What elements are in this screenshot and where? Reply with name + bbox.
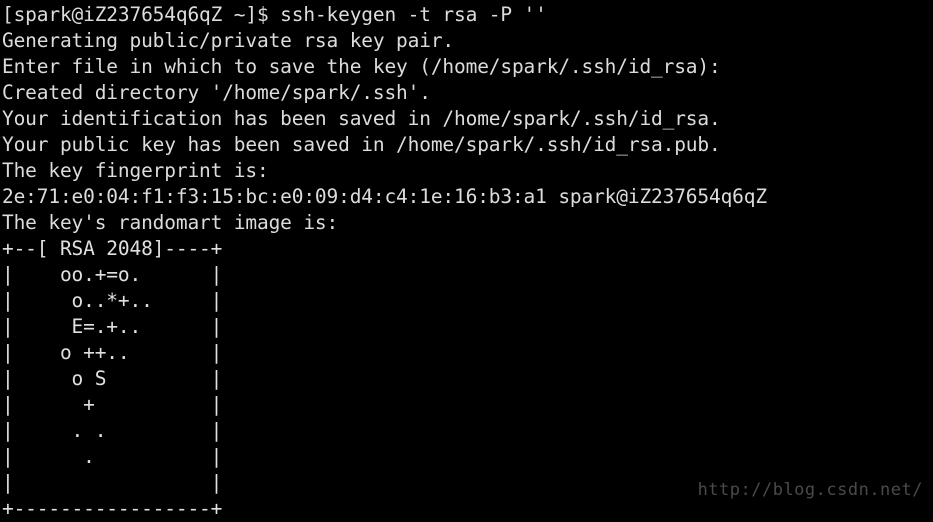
randomart-row-5: | o S | bbox=[2, 367, 223, 390]
randomart-row-7: | . . | bbox=[2, 419, 223, 442]
randomart-top-border: +--[ RSA 2048]----+ bbox=[2, 237, 223, 260]
randomart-row-1: | oo.+=o. | bbox=[2, 263, 223, 286]
terminal-line-fingerprint-label: The key fingerprint is: bbox=[2, 159, 269, 182]
terminal-line-command: [spark@iZ237654q6qZ ~]$ ssh-keygen -t rs… bbox=[2, 3, 547, 26]
randomart-row-8: | . | bbox=[2, 445, 223, 468]
randomart-row-9: | | bbox=[2, 471, 223, 494]
randomart-row-3: | E=.+.. | bbox=[2, 315, 223, 338]
randomart-row-6: | + | bbox=[2, 393, 223, 416]
terminal-line-fingerprint-value: 2e:71:e0:04:f1:f3:15:bc:e0:09:d4:c4:1e:1… bbox=[2, 185, 767, 208]
terminal-window[interactable]: [spark@iZ237654q6qZ ~]$ ssh-keygen -t rs… bbox=[0, 0, 933, 520]
terminal-line-randomart-label: The key's randomart image is: bbox=[2, 211, 339, 234]
terminal-line-generating: Generating public/private rsa key pair. bbox=[2, 29, 455, 52]
terminal-line-created-directory: Created directory '/home/spark/.ssh'. bbox=[2, 81, 431, 104]
terminal-line-enter-file-prompt: Enter file in which to save the key (/ho… bbox=[2, 55, 733, 78]
terminal-line-identification-saved: Your identification has been saved in /h… bbox=[2, 107, 721, 130]
randomart-row-2: | o..*+.. | bbox=[2, 289, 223, 312]
terminal-line-public-key-saved: Your public key has been saved in /home/… bbox=[2, 133, 721, 156]
randomart-row-4: | o ++.. | bbox=[2, 341, 223, 364]
randomart-bottom-border: +-----------------+ bbox=[2, 497, 223, 520]
